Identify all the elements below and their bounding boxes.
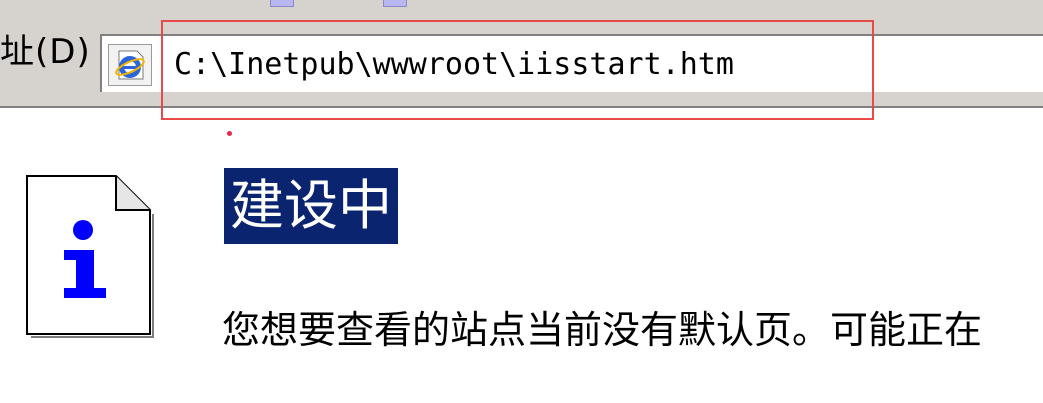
address-url: C:\Inetpub\wwwroot\iisstart.htm bbox=[174, 47, 734, 82]
ie-logo-icon bbox=[109, 45, 151, 85]
cursor-dot bbox=[227, 131, 232, 136]
address-label: 址(D) bbox=[0, 32, 91, 72]
page-message: 您想要查看的站点当前没有默认页。可能正在 bbox=[222, 308, 983, 352]
address-bar: 址(D) C:\Inetpub\wwwroot\iisstart.htm bbox=[0, 14, 1043, 108]
toolbar-button[interactable] bbox=[383, 0, 407, 7]
address-input[interactable]: C:\Inetpub\wwwroot\iisstart.htm bbox=[100, 34, 1043, 92]
info-icon bbox=[24, 170, 154, 338]
toolbar-top bbox=[0, 0, 1043, 15]
toolbar-button[interactable] bbox=[270, 0, 294, 7]
page-title: 建设中 bbox=[224, 168, 398, 244]
ie-page-icon bbox=[108, 44, 152, 86]
